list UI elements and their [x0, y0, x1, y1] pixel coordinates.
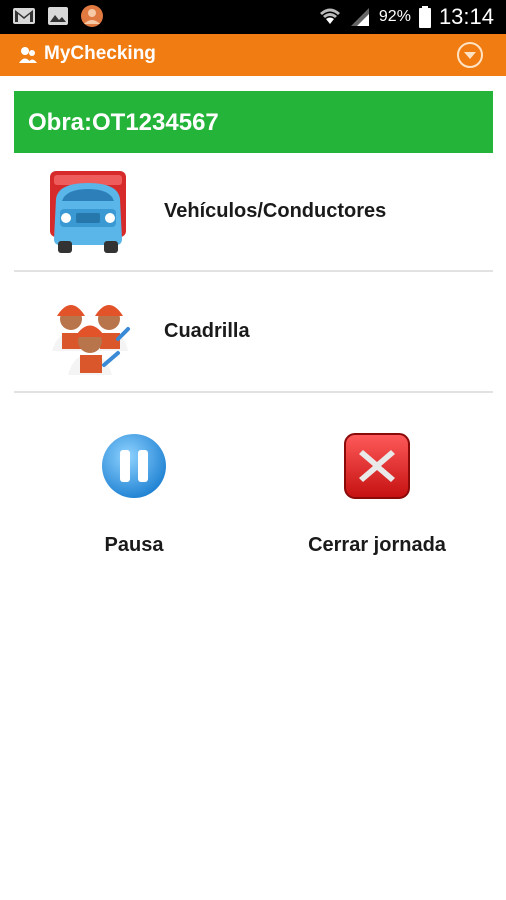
pause-button[interactable]: Pausa: [34, 432, 234, 572]
obra-label: Obra:OT1234567: [28, 109, 219, 136]
gallery-icon: [48, 7, 68, 25]
menu-item-cuadrilla[interactable]: Cuadrilla: [14, 273, 493, 391]
close-icon: [344, 433, 410, 499]
close-day-label: Cerrar jornada: [308, 534, 446, 556]
pause-label: Pausa: [104, 534, 164, 556]
app-logo-icon: [19, 47, 37, 63]
pause-icon: [102, 434, 166, 498]
divider: [14, 270, 493, 272]
menu-item-label: Cuadrilla: [164, 320, 250, 342]
wifi-icon: [319, 8, 340, 24]
signal-icon: [350, 8, 369, 26]
menu-item-vehiculos[interactable]: Vehículos/Conductores: [14, 153, 493, 271]
action-bar: MyChecking: [0, 34, 506, 76]
close-day-button[interactable]: Cerrar jornada: [277, 432, 477, 572]
gmail-icon: [13, 8, 35, 24]
clock: 13:14: [438, 4, 494, 29]
divider: [14, 391, 493, 393]
truck-icon: [50, 171, 126, 253]
battery-icon: [418, 6, 431, 28]
obra-header: Obra:OT1234567: [14, 91, 493, 153]
workers-icon: [52, 305, 130, 375]
dropdown-menu-button[interactable]: [456, 41, 484, 69]
menu-item-label: Vehículos/Conductores: [164, 200, 387, 222]
app-title: MyChecking: [44, 43, 156, 64]
contact-icon: [81, 5, 103, 27]
status-bar: 92% 13:14: [0, 0, 506, 34]
battery-percent: 92%: [378, 8, 411, 25]
